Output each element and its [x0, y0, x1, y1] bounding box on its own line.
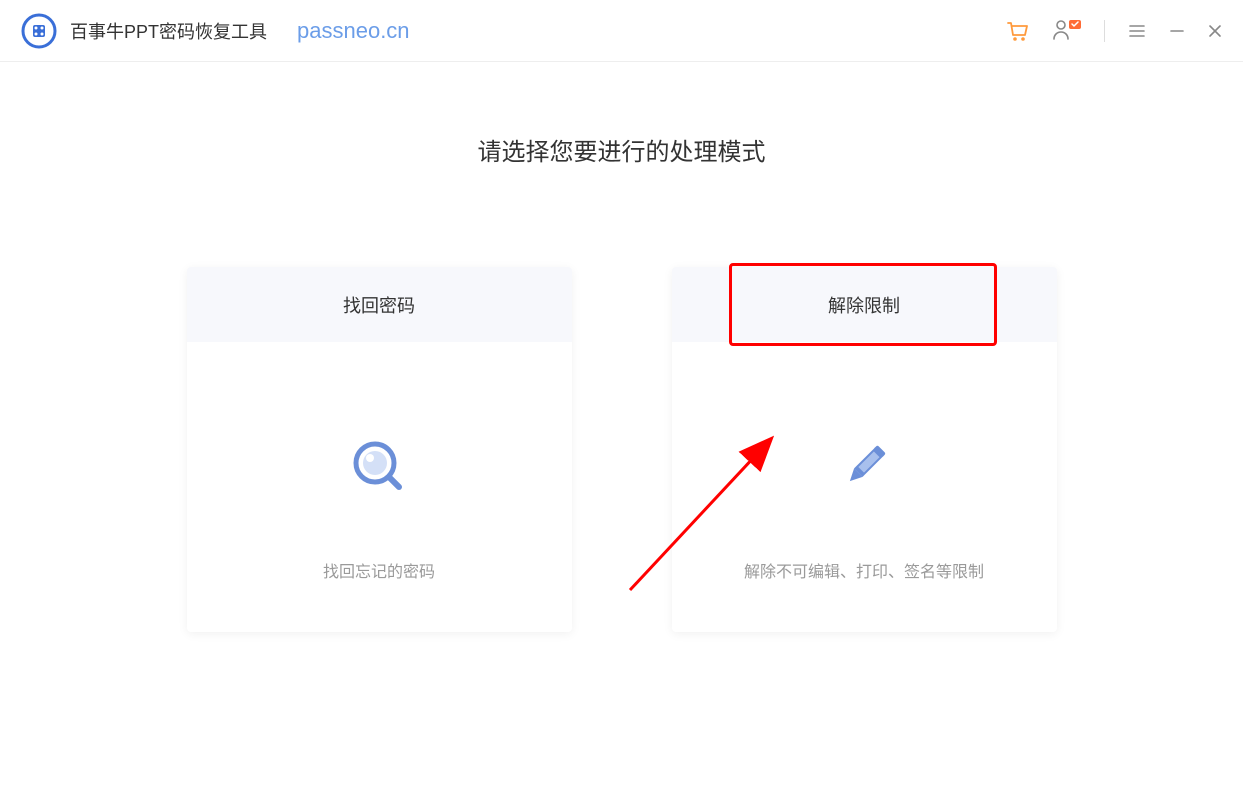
cards-container: 找回密码 找回忘记的密码 解除限制 [187, 267, 1057, 632]
card-desc-recover: 找回忘记的密码 [323, 558, 435, 582]
recover-password-card[interactable]: 找回密码 找回忘记的密码 [187, 267, 572, 632]
pencil-edit-icon [834, 437, 894, 497]
header-left-group: 百事牛PPT密码恢复工具 passneo.cn [20, 12, 410, 50]
main-content: 请选择您要进行的处理模式 找回密码 找回忘记的密码 解除限制 [0, 62, 1243, 632]
minimize-button[interactable] [1169, 23, 1185, 39]
header-right-group [1004, 18, 1223, 44]
search-magnifier-icon [349, 437, 409, 497]
card-desc-remove: 解除不可编辑、打印、签名等限制 [744, 558, 984, 582]
card-header-remove: 解除限制 [672, 267, 1057, 342]
app-url: passneo.cn [297, 18, 410, 44]
page-title: 请选择您要进行的处理模式 [478, 132, 766, 167]
app-title: 百事牛PPT密码恢复工具 [70, 18, 267, 44]
card-body-remove: 解除不可编辑、打印、签名等限制 [672, 342, 1057, 632]
close-button[interactable] [1207, 23, 1223, 39]
card-header-recover: 找回密码 [187, 267, 572, 342]
divider [1104, 20, 1105, 42]
app-logo-icon [20, 12, 58, 50]
menu-button[interactable] [1127, 21, 1147, 41]
remove-restriction-card[interactable]: 解除限制 解除不可编辑、打印、签名等限制 [672, 267, 1057, 632]
cart-button[interactable] [1004, 18, 1030, 44]
card-body-recover: 找回忘记的密码 [187, 342, 572, 632]
app-header: 百事牛PPT密码恢复工具 passneo.cn [0, 0, 1243, 62]
account-button[interactable] [1052, 19, 1082, 43]
